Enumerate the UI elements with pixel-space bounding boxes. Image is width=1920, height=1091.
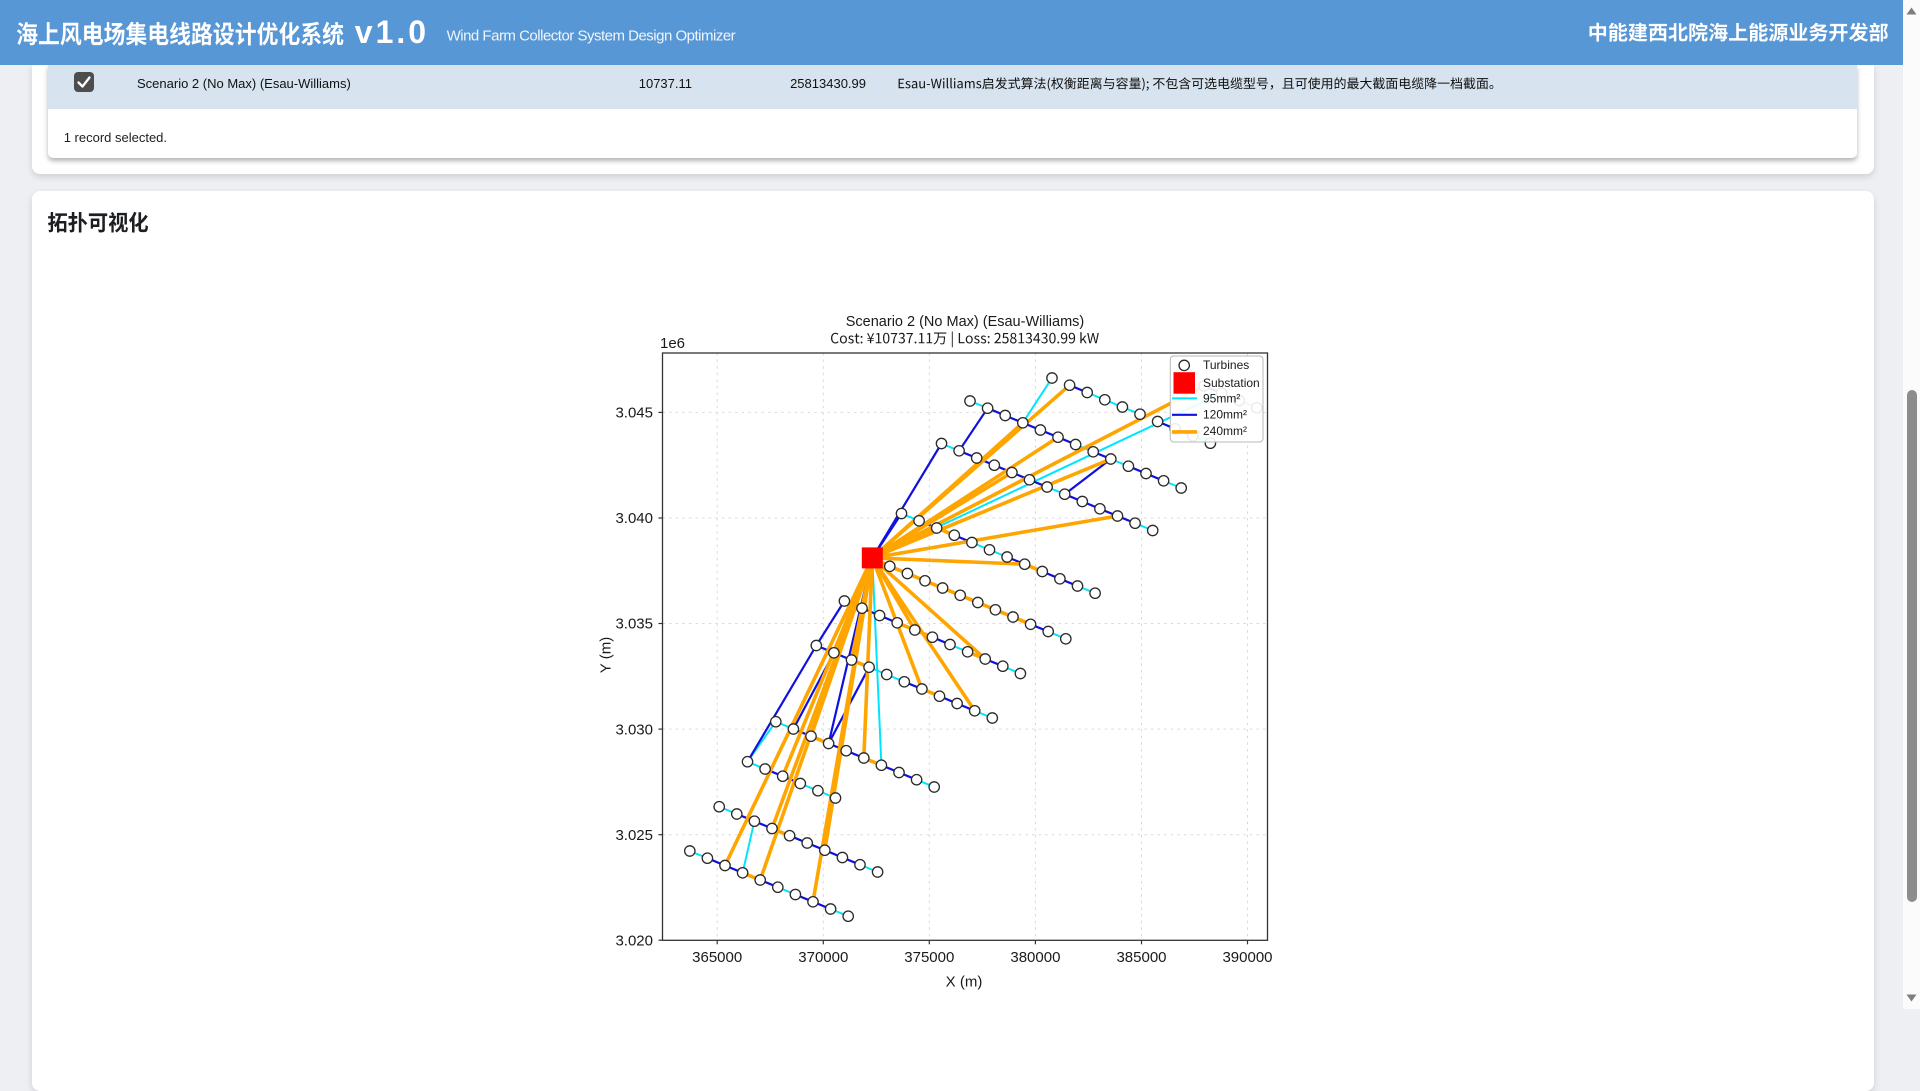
svg-text:Substation: Substation	[1203, 376, 1260, 390]
svg-text:Scenario 2 (No Max) (Esau-Will: Scenario 2 (No Max) (Esau-Williams)	[846, 314, 1085, 330]
svg-text:3.020: 3.020	[615, 932, 653, 949]
svg-text:95mm²: 95mm²	[1203, 391, 1240, 405]
svg-text:3.040: 3.040	[615, 510, 653, 527]
svg-text:365000: 365000	[692, 949, 742, 966]
svg-text:375000: 375000	[904, 949, 954, 966]
svg-text:Y (m): Y (m)	[598, 637, 615, 673]
svg-text:X (m): X (m)	[946, 974, 983, 991]
svg-text:370000: 370000	[798, 949, 848, 966]
svg-text:3.035: 3.035	[615, 616, 653, 633]
svg-text:3.030: 3.030	[615, 721, 653, 738]
svg-text:120mm²: 120mm²	[1203, 408, 1247, 422]
svg-text:240mm²: 240mm²	[1203, 424, 1247, 438]
svg-text:3.025: 3.025	[615, 827, 653, 844]
svg-text:Wind Farm Collector System Des: Wind Farm Collector System Design Optimi…	[447, 27, 736, 44]
svg-text:390000: 390000	[1222, 949, 1272, 966]
svg-text:1e6: 1e6	[660, 335, 685, 352]
svg-text:380000: 380000	[1010, 949, 1060, 966]
svg-text:Turbines: Turbines	[1203, 358, 1249, 372]
svg-text:3.045: 3.045	[615, 405, 653, 422]
svg-text:v1.0: v1.0	[355, 14, 429, 50]
svg-text:385000: 385000	[1116, 949, 1166, 966]
